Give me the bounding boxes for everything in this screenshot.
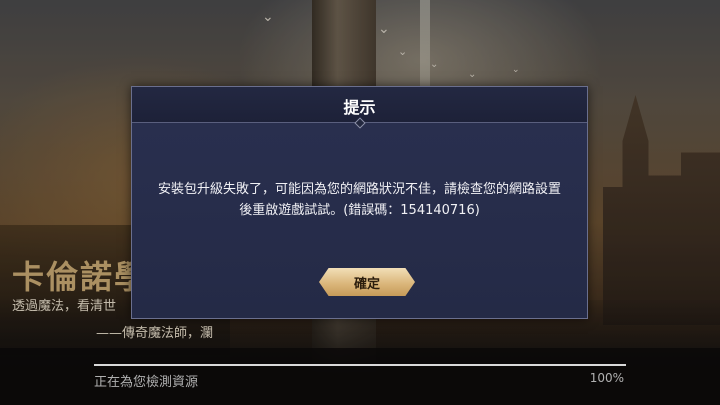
dialog-message: 安裝包升級失敗了，可能因為您的網路狀況不佳，請檢查您的網路設置後重啟遊戲試試。(… [157,182,561,218]
dialog-title: 提示 [343,98,376,117]
alert-dialog: 提示 安裝包升級失敗了，可能因為您的網路狀況不佳，請檢查您的網路設置後重啟遊戲試… [131,86,588,319]
confirm-button[interactable]: 確定 [319,268,415,296]
